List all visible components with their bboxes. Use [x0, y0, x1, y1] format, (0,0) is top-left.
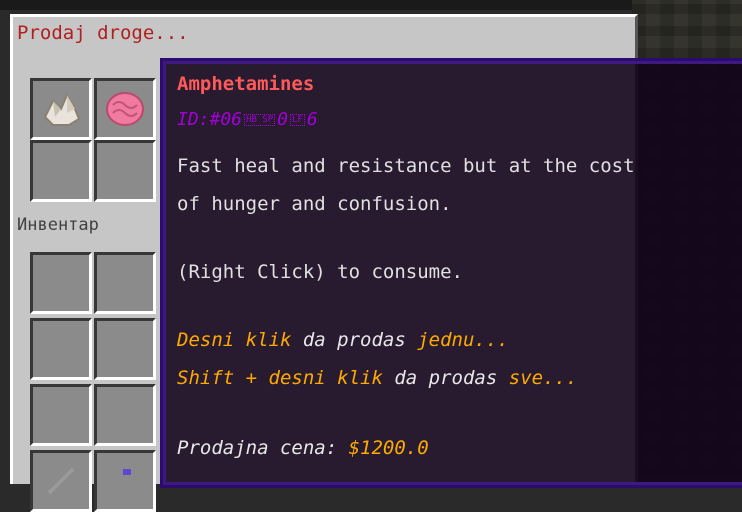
id-glyph-lf: LF	[289, 114, 305, 126]
inventory-slot[interactable]	[30, 252, 92, 314]
hotbar-slot[interactable]	[94, 450, 156, 512]
inventory-slot[interactable]	[94, 318, 156, 380]
sell-slot-4[interactable]	[94, 140, 156, 202]
hotbar-slot[interactable]	[30, 450, 92, 512]
id-mid: 0	[277, 109, 288, 130]
tooltip-sell-all-hint: Shift + desni klik da prodas sve...	[177, 367, 577, 389]
sell-one-target: jednu...	[417, 329, 509, 351]
crystal-icon	[43, 92, 81, 126]
sell-one-key: Desni klik	[177, 329, 292, 351]
sell-all-target: sve...	[508, 367, 578, 389]
sell-all-mid: da prodas	[382, 367, 509, 389]
tooltip-description-line-1: Fast heal and resistance but at the cost	[177, 155, 635, 177]
sell-slot-2[interactable]	[94, 78, 156, 140]
sword-icon	[47, 467, 75, 495]
inventory-label: Инвентар	[17, 215, 99, 235]
brain-icon	[106, 92, 144, 126]
id-prefix: ID:#06	[177, 109, 243, 130]
sell-slot-1[interactable]	[30, 78, 92, 140]
item-tooltip: Amphetamines ID:#06 HB SP 0 LF 6 Fast heal a…	[160, 58, 742, 488]
sell-one-mid: da prodas	[291, 329, 418, 351]
sell-all-key: Shift + desni klik	[177, 367, 383, 389]
tooltip-item-id: ID:#06 HB SP 0 LF 6	[177, 109, 318, 130]
tooltip-description-line-2: of hunger and confusion.	[177, 193, 452, 215]
id-glyph-hbsp: HB SP	[244, 114, 276, 126]
tooltip-consume-hint: (Right Click) to consume.	[177, 261, 463, 283]
inventory-slot[interactable]	[94, 384, 156, 446]
sell-slot-3[interactable]	[30, 140, 92, 202]
item-icon	[123, 469, 131, 475]
tooltip-sell-one-hint: Desni klik da prodas jednu...	[177, 329, 509, 351]
top-strip	[0, 0, 742, 10]
price-value: $1200.0	[348, 437, 429, 459]
inventory-slot[interactable]	[30, 384, 92, 446]
tooltip-title: Amphetamines	[177, 73, 315, 95]
container-title: Prodaj droge...	[17, 22, 189, 44]
inventory-slot[interactable]	[94, 252, 156, 314]
price-label: Prodajna cena:	[177, 437, 349, 459]
id-suffix: 6	[306, 109, 318, 130]
inventory-slot[interactable]	[30, 318, 92, 380]
tooltip-sell-price: Prodajna cena: $1200.0	[177, 437, 429, 459]
